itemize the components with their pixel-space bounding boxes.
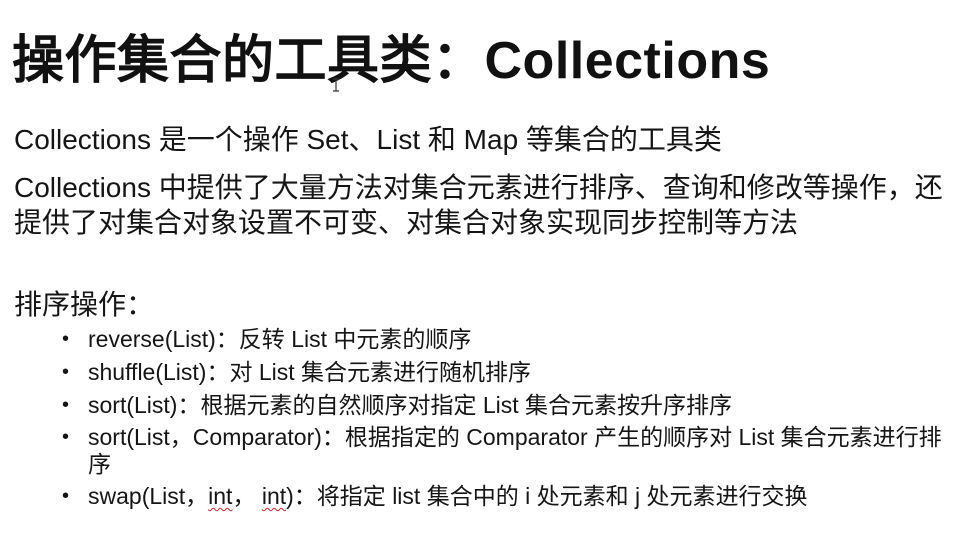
bullet-list: • reverse(List)：反转 List 中元素的顺序 • shuffle… <box>60 325 950 515</box>
bullet-text: sort(List)：根据元素的自然顺序对指定 List 集合元素按升序排序 <box>88 392 733 418</box>
list-item: • shuffle(List)：对 List 集合元素进行随机排序 <box>60 358 950 387</box>
bullet-text-suffix: )：将指定 list 集合中的 i 处元素和 j 处元素进行交换 <box>286 483 808 509</box>
slide-title: 操作集合的工具类：Collections <box>12 32 771 90</box>
text-cursor-icon <box>333 78 339 92</box>
bullet-text: reverse(List)：反转 List 中元素的顺序 <box>88 326 472 352</box>
list-item: • reverse(List)：反转 List 中元素的顺序 <box>60 325 950 354</box>
bullet-text: sort(List，Comparator)：根据指定的 Comparator 产… <box>88 424 942 477</box>
bullet-text-separator: ， <box>232 483 262 509</box>
intro-paragraph-2: Collections 中提供了大量方法对集合元素进行排序、查询和修改等操作，还… <box>14 172 943 238</box>
list-item: • swap(List，int， int)：将指定 list 集合中的 i 处元… <box>60 482 950 511</box>
spellcheck-word: int <box>208 483 233 509</box>
list-item: • sort(List，Comparator)：根据指定的 Comparator… <box>60 424 950 478</box>
spellcheck-word: int <box>261 483 287 509</box>
bullet-icon: • <box>62 426 70 448</box>
intro-paragraph-1: Collections 是一个操作 Set、List 和 Map 等集合的工具类 <box>14 124 722 155</box>
bullet-icon: • <box>62 328 70 350</box>
bullet-icon: • <box>62 361 70 383</box>
bullet-text: shuffle(List)：对 List 集合元素进行随机排序 <box>88 359 532 385</box>
slide: 操作集合的工具类：Collections Collections 是一个操作 S… <box>0 0 961 548</box>
bullet-icon: • <box>62 485 70 507</box>
bullet-icon: • <box>62 394 70 416</box>
section-heading: 排序操作： <box>14 289 155 320</box>
list-item: • sort(List)：根据元素的自然顺序对指定 List 集合元素按升序排序 <box>60 391 950 420</box>
bullet-text-prefix: swap(List， <box>88 483 209 509</box>
